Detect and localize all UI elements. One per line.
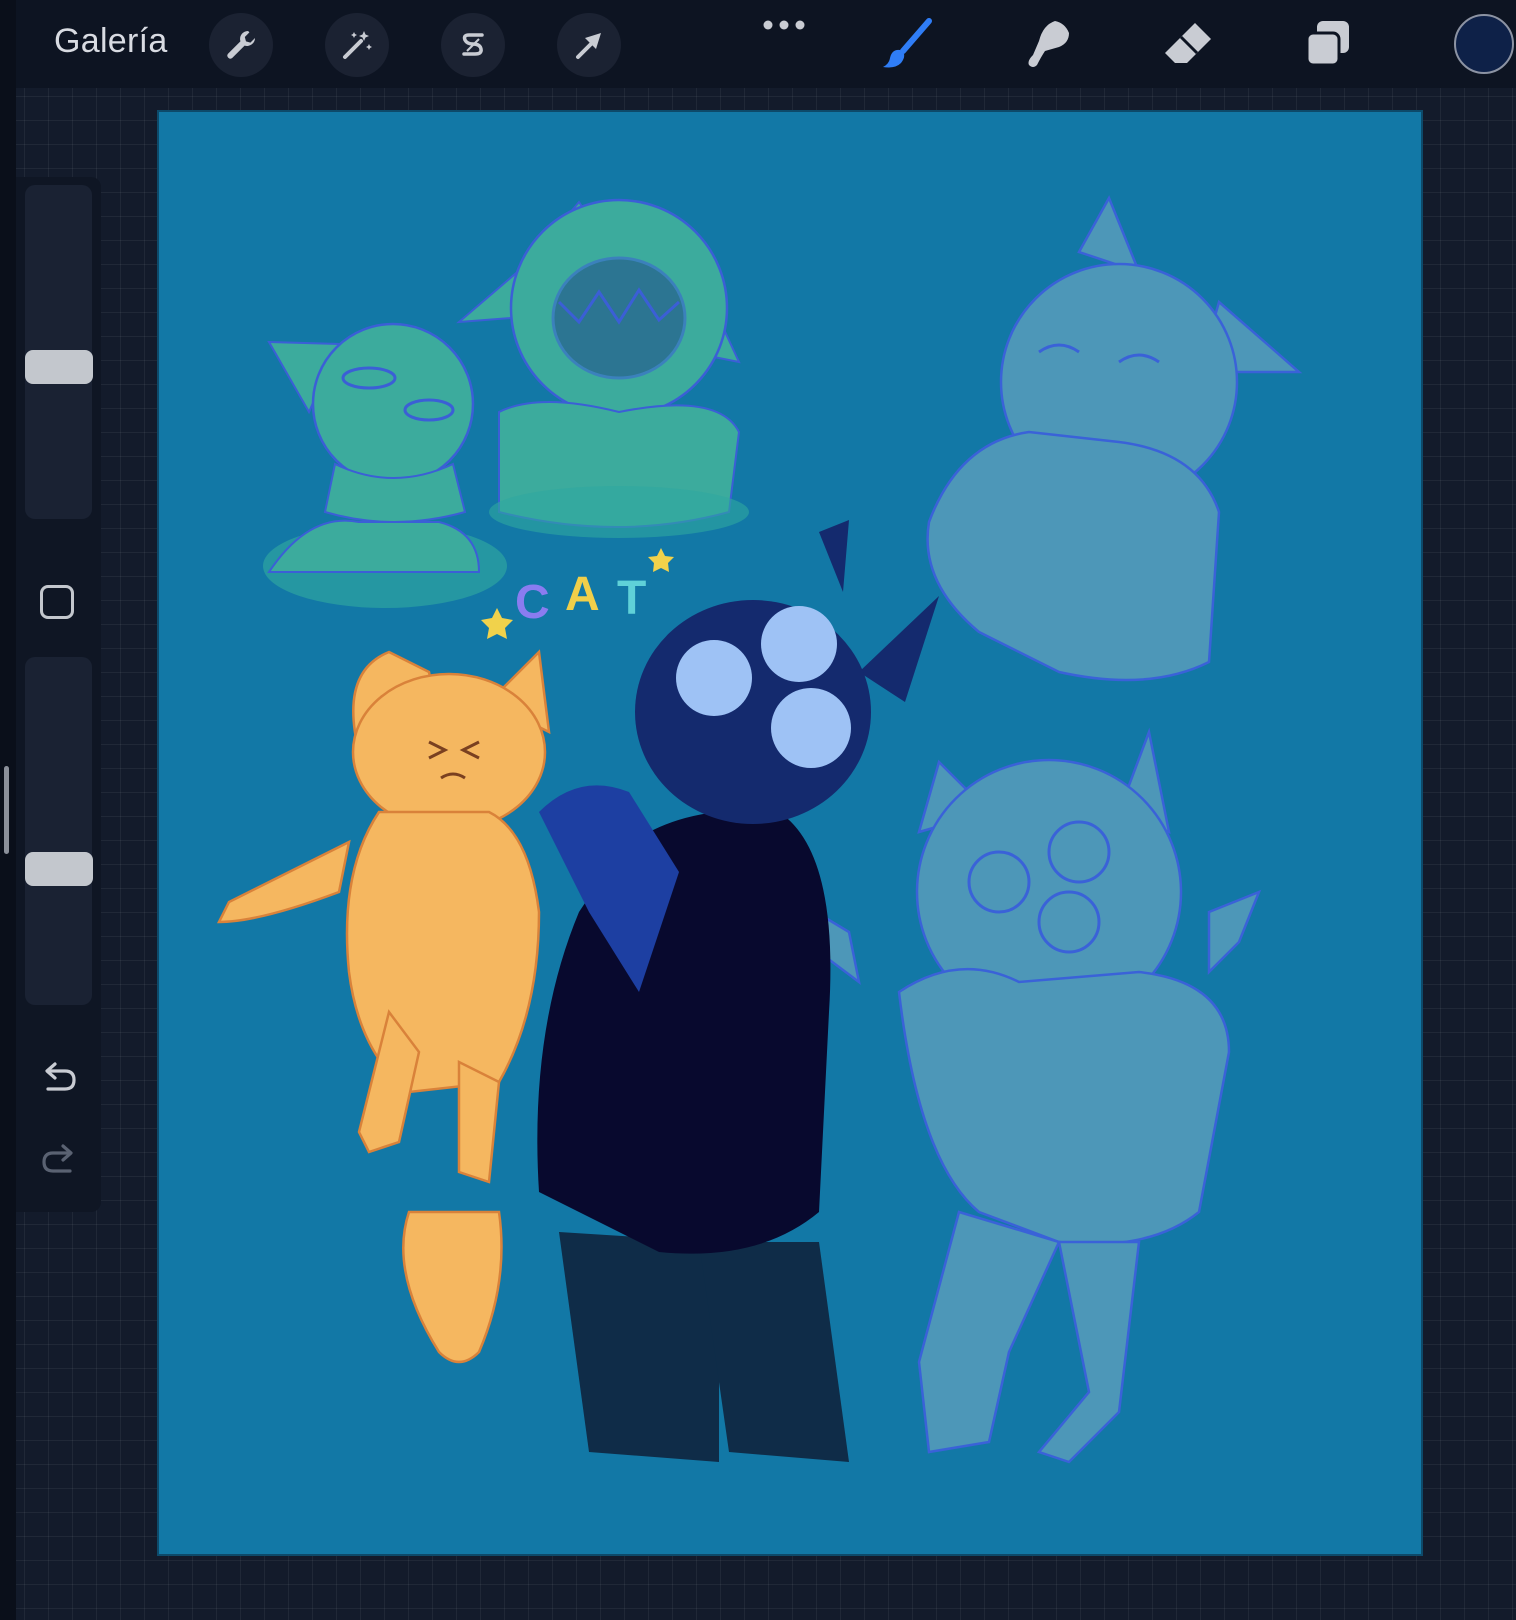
smudge-tool[interactable] <box>1018 14 1078 74</box>
layers-icon <box>1305 21 1349 67</box>
drawing-canvas[interactable]: C A T <box>157 110 1423 1556</box>
eraser-tool[interactable] <box>1158 14 1218 74</box>
redo-icon[interactable] <box>38 1139 80 1181</box>
transform-button[interactable] <box>557 13 621 77</box>
more-options-icon[interactable] <box>761 14 807 36</box>
gallery-button[interactable]: Galería <box>54 22 168 61</box>
selection-s-icon <box>462 33 484 56</box>
smudge-icon <box>1028 21 1069 67</box>
cat-lettering: C A T <box>481 548 674 639</box>
brush-size-thumb[interactable] <box>25 350 93 384</box>
selection-button[interactable] <box>441 13 505 77</box>
wrench-icon <box>227 31 255 59</box>
color-picker-button[interactable] <box>1454 14 1514 74</box>
teal-sketch-characters <box>263 198 749 608</box>
opacity-thumb[interactable] <box>25 851 93 886</box>
adjustments-button[interactable] <box>325 13 389 77</box>
blue-sketch-characters <box>796 195 1303 1464</box>
brush-tool[interactable] <box>878 14 938 74</box>
artwork: C A T <box>216 195 1303 1464</box>
undo-icon[interactable] <box>38 1057 80 1099</box>
transform-arrow-icon <box>576 33 601 59</box>
svg-text:C: C <box>515 576 550 629</box>
orange-cat <box>216 649 551 1364</box>
actions-button[interactable] <box>209 13 273 77</box>
hooded-figure <box>537 520 939 1462</box>
magic-wand-icon <box>343 31 372 59</box>
top-toolbar: Galería <box>16 0 1516 88</box>
layers-button[interactable] <box>1298 14 1358 74</box>
svg-text:A: A <box>565 568 600 621</box>
svg-text:T: T <box>617 572 646 625</box>
modifier-button[interactable] <box>40 585 74 619</box>
opacity-slider[interactable] <box>25 657 92 1005</box>
left-sidebar <box>16 177 101 1212</box>
brush-icon <box>883 18 932 68</box>
sidebar-drag-handle[interactable] <box>4 766 9 854</box>
eraser-icon <box>1165 23 1211 63</box>
